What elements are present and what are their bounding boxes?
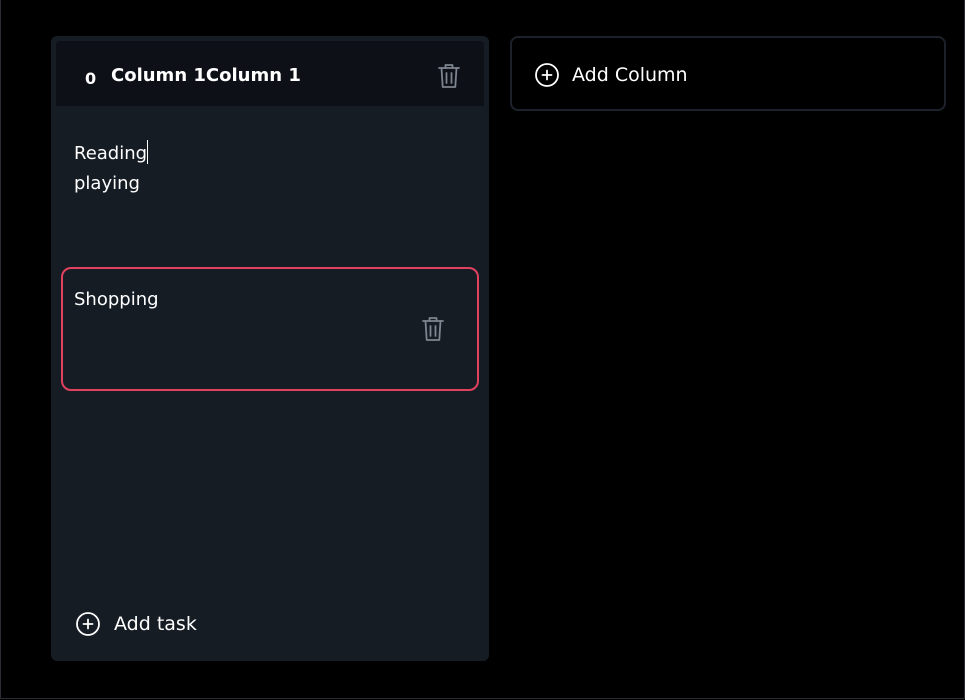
add-column-button[interactable]: Add Column [510,36,946,111]
task-text: Shopping [74,289,159,310]
task-text-editor[interactable]: Reading playing [62,134,472,254]
trash-icon [437,62,461,90]
add-task-label: Add task [114,613,197,635]
column-title[interactable]: Column 1Column 1 [111,65,301,87]
plus-circle-icon [534,62,560,88]
delete-task-button[interactable] [420,314,446,344]
task-editor-line: playing [74,173,140,194]
column-header[interactable]: 0 Column 1Column 1 [56,41,484,106]
plus-circle-icon [75,611,101,637]
kanban-column[interactable]: 0 Column 1Column 1 Reading playing Shopp… [51,36,489,661]
task-card[interactable]: Shopping [61,267,479,391]
delete-column-button[interactable] [435,61,463,91]
trash-icon [421,315,445,343]
text-caret [147,140,149,164]
column-task-count: 0 [85,69,97,88]
task-editor-line: Reading [74,139,460,169]
add-column-label: Add Column [572,64,688,86]
add-task-button[interactable]: Add task [75,611,197,637]
